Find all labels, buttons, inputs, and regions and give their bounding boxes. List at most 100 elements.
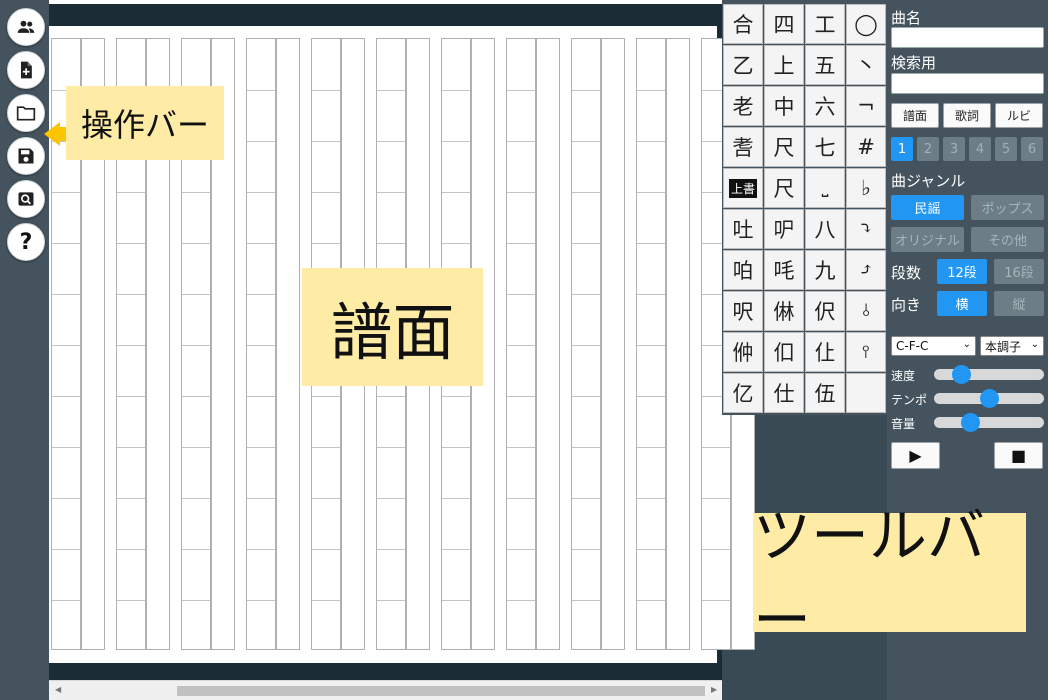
palette-symbol[interactable]: 亿 xyxy=(723,373,763,413)
palette-symbol[interactable]: ¬ xyxy=(846,86,886,126)
palette-symbol[interactable]: 㕧 xyxy=(764,209,804,249)
palette-symbol[interactable]: 㕰 xyxy=(764,250,804,290)
palette-symbol[interactable]: 㑖 xyxy=(723,332,763,372)
scroll-left-icon[interactable]: ◀ xyxy=(55,685,61,694)
palette-symbol[interactable]: 中 xyxy=(764,86,804,126)
palette-symbol[interactable]: 吐 xyxy=(723,209,763,249)
palette-symbol[interactable]: 七 xyxy=(805,127,845,167)
volume-slider[interactable] xyxy=(934,413,1044,432)
tuning-select[interactable]: C-F-C ⌄ xyxy=(891,336,976,356)
palette-symbol[interactable]: 乙 xyxy=(723,45,763,85)
palette-symbol[interactable]: 四 xyxy=(764,4,804,44)
rows-16-button[interactable]: 16段 xyxy=(994,259,1044,284)
page-5-button[interactable]: 5 xyxy=(995,137,1017,161)
palette-symbol[interactable]: ⎵ xyxy=(805,168,845,208)
toolbar-callout: ツールバー xyxy=(753,502,1026,654)
rhythm-column[interactable] xyxy=(536,38,560,650)
genre-original-button[interactable]: オリジナル xyxy=(891,227,964,252)
palette-symbol[interactable]: 尺 xyxy=(764,168,804,208)
palette-symbol[interactable]: 六 xyxy=(805,86,845,126)
palette-symbol[interactable]: 老 xyxy=(723,86,763,126)
page-2-button[interactable]: 2 xyxy=(917,137,939,161)
mode-ruby-button[interactable]: ルビ xyxy=(995,103,1043,128)
palette-symbol[interactable]: ◯ xyxy=(846,4,886,44)
help-button[interactable]: ? xyxy=(7,223,45,261)
rows-12-button[interactable]: 12段 xyxy=(937,259,987,284)
palette-symbol[interactable]: 㑣 xyxy=(764,291,804,331)
genre-pops-button[interactable]: ポップス xyxy=(971,195,1044,220)
speed-slider[interactable] xyxy=(934,365,1044,384)
genre-minyo-button[interactable]: 民謡 xyxy=(891,195,964,220)
palette-symbol[interactable]: 㕷 xyxy=(723,250,763,290)
palette-symbol[interactable]: 上書 xyxy=(723,168,763,208)
mode-score-button[interactable]: 譜面 xyxy=(891,103,939,128)
search-button[interactable] xyxy=(7,180,45,218)
users-button[interactable] xyxy=(7,8,45,46)
tempo-slider[interactable] xyxy=(934,389,1044,408)
palette-symbol[interactable]: ⤴ xyxy=(846,250,886,290)
palette-symbol[interactable]: ⫯ xyxy=(846,332,886,372)
page-1-button[interactable]: 1 xyxy=(891,137,913,161)
palette-symbol[interactable]: 丶 xyxy=(846,45,886,85)
palette-symbol[interactable]: 呎 xyxy=(723,291,763,331)
staff-divider xyxy=(312,549,340,550)
palette-symbol[interactable]: 上 xyxy=(764,45,804,85)
genre-other-button[interactable]: その他 xyxy=(971,227,1044,252)
staff-divider xyxy=(572,396,600,397)
open-folder-button[interactable] xyxy=(7,94,45,132)
staff-divider xyxy=(507,396,535,397)
staff-divider xyxy=(507,90,535,91)
page-3-button[interactable]: 3 xyxy=(943,137,965,161)
song-name-label: 曲名 xyxy=(891,9,922,27)
play-button[interactable]: ▶ xyxy=(891,442,940,469)
rhythm-column[interactable] xyxy=(601,38,625,650)
palette-symbol[interactable]: # xyxy=(846,127,886,167)
page-6-button[interactable]: 6 xyxy=(1021,137,1043,161)
staff-divider xyxy=(637,396,665,397)
speed-slider-thumb[interactable] xyxy=(952,365,972,384)
scroll-right-icon[interactable]: ▶ xyxy=(711,685,717,694)
staff-divider xyxy=(572,498,600,499)
file-add-icon xyxy=(21,61,32,79)
staff-divider xyxy=(117,549,145,550)
direction-horizontal-button[interactable]: 横 xyxy=(937,291,987,316)
palette-symbol[interactable]: 伬 xyxy=(805,291,845,331)
palette-symbol[interactable]: 九 xyxy=(805,250,845,290)
rows-label: 段数 xyxy=(891,264,922,282)
palette-symbol[interactable]: 伍 xyxy=(805,373,845,413)
search-input[interactable] xyxy=(891,73,1044,94)
palette-symbol[interactable]: 仩 xyxy=(805,332,845,372)
note-column[interactable] xyxy=(636,38,666,650)
song-name-input[interactable] xyxy=(891,27,1044,48)
palette-symbol[interactable]: ♭ xyxy=(846,168,886,208)
staff-divider xyxy=(507,294,535,295)
palette-symbol[interactable]: 八 xyxy=(805,209,845,249)
direction-vertical-button[interactable]: 縦 xyxy=(994,291,1044,316)
tempo-slider-thumb[interactable] xyxy=(979,389,999,408)
volume-slider-thumb[interactable] xyxy=(961,413,981,432)
horizontal-scrollbar[interactable]: ◀ ▶ xyxy=(49,680,722,700)
note-column[interactable] xyxy=(571,38,601,650)
scrollbar-thumb[interactable] xyxy=(177,686,705,696)
note-column[interactable] xyxy=(506,38,536,650)
palette-symbol[interactable]: 合 xyxy=(723,4,763,44)
palette-symbol[interactable]: ⤵ xyxy=(846,209,886,249)
palette-symbol[interactable]: 㐰 xyxy=(764,332,804,372)
palette-symbol[interactable]: 尺 xyxy=(764,127,804,167)
staff-divider xyxy=(117,294,145,295)
palette-symbol[interactable]: 㖈 xyxy=(723,127,763,167)
palette-symbol[interactable]: 仕 xyxy=(764,373,804,413)
palette-symbol[interactable]: 工 xyxy=(805,4,845,44)
rhythm-column[interactable] xyxy=(276,38,300,650)
new-file-button[interactable] xyxy=(7,51,45,89)
palette-symbol[interactable]: ⫰ xyxy=(846,291,886,331)
staff-divider xyxy=(507,141,535,142)
note-column[interactable] xyxy=(246,38,276,650)
mode-lyrics-button[interactable]: 歌詞 xyxy=(943,103,991,128)
save-button[interactable] xyxy=(7,137,45,175)
page-4-button[interactable]: 4 xyxy=(969,137,991,161)
palette-symbol[interactable]: 五 xyxy=(805,45,845,85)
rhythm-column[interactable] xyxy=(666,38,690,650)
key-select[interactable]: 本調子 ⌄ xyxy=(980,336,1044,356)
stop-button[interactable]: ■ xyxy=(994,442,1043,469)
